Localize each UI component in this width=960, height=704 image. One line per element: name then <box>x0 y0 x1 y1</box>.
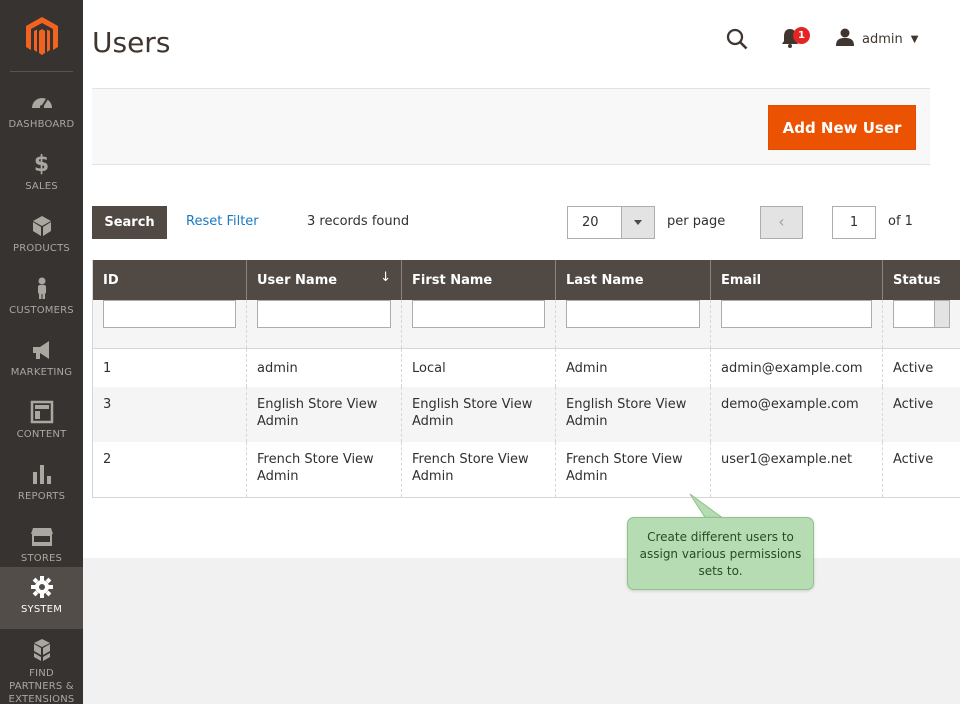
magento-logo-icon <box>25 16 58 55</box>
column-header-last-name[interactable]: Last Name <box>555 260 711 300</box>
cube-icon <box>0 214 83 240</box>
cell-username: English Store View Admin <box>246 387 402 442</box>
person-icon <box>0 276 83 302</box>
global-search-icon[interactable] <box>726 28 748 54</box>
sidebar-item-find-partners[interactable]: FIND PARTNERS & EXTENSIONS <box>0 630 83 704</box>
cell-status: Active <box>882 442 960 497</box>
user-name: admin <box>862 31 903 47</box>
main-panel: Users 1 admin ▼ Add New User Search Rese… <box>83 0 960 558</box>
filter-email-input[interactable] <box>721 300 872 328</box>
notification-count-badge[interactable]: 1 <box>793 27 810 44</box>
table-row[interactable]: 3 English Store View Admin English Store… <box>92 387 960 442</box>
help-tooltip: Create different users to assign various… <box>627 517 814 590</box>
table-row[interactable]: 1 admin Local Admin admin@example.com Ac… <box>92 348 960 387</box>
column-header-id[interactable]: ID <box>92 260 247 300</box>
column-header-username-label: User Name <box>257 272 338 288</box>
cell-username: admin <box>246 348 402 387</box>
dollar-icon: $ <box>33 152 50 177</box>
bar-chart-icon <box>0 462 83 488</box>
column-header-first-name[interactable]: First Name <box>401 260 556 300</box>
sidebar-item-system[interactable]: SYSTEM <box>0 567 83 629</box>
chevron-down-icon: ▼ <box>910 33 919 45</box>
per-page-select[interactable]: 20 <box>567 206 655 239</box>
filter-first-name-input[interactable] <box>412 300 545 328</box>
boxes-icon <box>0 638 83 664</box>
filter-cell-id <box>92 300 247 349</box>
filter-status-select[interactable] <box>893 300 950 328</box>
cell-last-name: English Store View Admin <box>555 387 711 442</box>
cell-status: Active <box>882 348 960 387</box>
per-page-value: 20 <box>582 215 599 230</box>
page-title: Users <box>92 26 171 59</box>
filter-cell-last-name <box>555 300 711 349</box>
admin-user-menu[interactable]: admin ▼ <box>836 28 918 50</box>
records-found-count: 3 records found <box>307 214 410 229</box>
megaphone-icon <box>0 338 83 364</box>
table-row[interactable]: 2 French Store View Admin French Store V… <box>92 442 960 497</box>
filter-username-input[interactable] <box>257 300 391 328</box>
cell-first-name: English Store View Admin <box>401 387 556 442</box>
column-header-username[interactable]: User Name ↓ <box>246 260 402 300</box>
search-button[interactable]: Search <box>92 206 167 239</box>
page-actions-bar: Add New User <box>92 88 930 165</box>
cell-username: French Store View Admin <box>246 442 402 497</box>
sidebar-item-products[interactable]: PRODUCTS <box>0 206 83 268</box>
storefront-icon <box>0 524 83 550</box>
chevron-left-icon: ‹ <box>778 212 785 231</box>
filter-last-name-input[interactable] <box>566 300 700 328</box>
sidebar-item-customers[interactable]: CUSTOMERS <box>0 268 83 330</box>
reset-filter-link[interactable]: Reset Filter <box>186 214 259 229</box>
previous-page-button[interactable]: ‹ <box>760 206 803 239</box>
sidebar-item-content[interactable]: CONTENT <box>0 392 83 454</box>
layout-icon <box>0 400 83 426</box>
magento-logo[interactable] <box>10 0 73 72</box>
sidebar: DASHBOARD $ SALES PRODUCTS CUSTOMERS MAR… <box>0 0 83 704</box>
sidebar-item-dashboard[interactable]: DASHBOARD <box>0 82 83 144</box>
per-page-label: per page <box>667 214 726 229</box>
add-new-user-button[interactable]: Add New User <box>768 105 916 150</box>
filter-cell-status <box>882 300 960 349</box>
gear-icon <box>0 575 83 601</box>
cell-last-name: French Store View Admin <box>555 442 711 497</box>
grid-header-row: ID User Name ↓ First Name Last Name Email… <box>92 260 960 300</box>
cell-id: 2 <box>92 442 247 497</box>
column-header-status[interactable]: Status <box>882 260 960 300</box>
cell-first-name: Local <box>401 348 556 387</box>
sort-arrow-down-icon: ↓ <box>380 270 391 285</box>
cell-email: demo@example.com <box>710 387 883 442</box>
column-header-email[interactable]: Email <box>710 260 883 300</box>
cell-status: Active <box>882 387 960 442</box>
cell-id: 1 <box>92 348 247 387</box>
cell-id: 3 <box>92 387 247 442</box>
current-page-input[interactable] <box>832 206 876 239</box>
cell-email: user1@example.net <box>710 442 883 497</box>
chevron-down-icon[interactable] <box>621 207 654 238</box>
filter-cell-username <box>246 300 402 349</box>
users-grid: ID User Name ↓ First Name Last Name Email… <box>92 260 960 498</box>
filter-id-input[interactable] <box>103 300 236 328</box>
cell-first-name: French Store View Admin <box>401 442 556 497</box>
filter-row <box>92 300 960 349</box>
cell-last-name: Admin <box>555 348 711 387</box>
sidebar-item-marketing[interactable]: MARKETING <box>0 330 83 392</box>
total-pages-label: of 1 <box>888 214 913 229</box>
filter-cell-first-name <box>401 300 556 349</box>
user-icon <box>836 28 854 50</box>
cell-email: admin@example.com <box>710 348 883 387</box>
filter-cell-email <box>710 300 883 349</box>
sidebar-item-reports[interactable]: REPORTS <box>0 454 83 516</box>
sidebar-item-sales[interactable]: $ SALES <box>0 144 83 206</box>
dashboard-icon <box>0 90 83 116</box>
